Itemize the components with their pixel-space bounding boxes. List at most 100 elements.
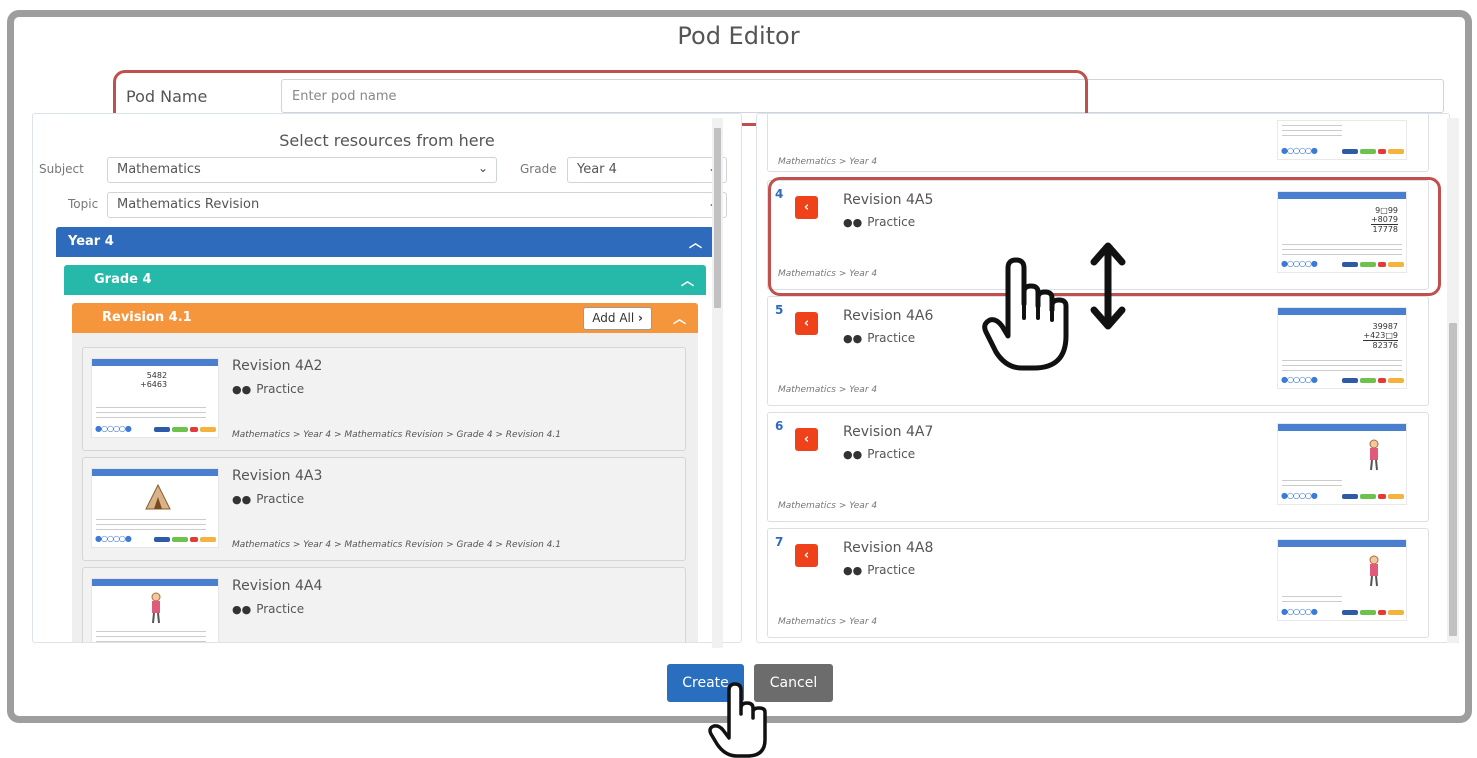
chevron-left-icon: ‹: [803, 548, 810, 563]
resource-thumbnail: ●○○○○●: [1277, 120, 1407, 160]
pod-name-label: Pod Name: [126, 87, 208, 106]
subject-select[interactable]: Mathematics ⌄: [107, 157, 497, 183]
resource-title: Revision 4A7: [843, 424, 934, 440]
pod-item-card[interactable]: 6 ‹ Revision 4A7 ●● Practice Mathematics …: [767, 412, 1429, 522]
resource-accordion: Year 4 ︿ Grade 4 ︿ Revision 4.1 Add All …: [50, 227, 730, 642]
resource-type: ●● Practice: [843, 563, 916, 577]
glasses-icon: ●●: [843, 216, 863, 229]
resource-title: Revision 4A5: [843, 192, 934, 208]
item-number: 4: [775, 187, 784, 201]
grade-value: Year 4: [577, 162, 617, 177]
add-all-button[interactable]: Add All ›: [583, 307, 652, 330]
chevron-up-icon[interactable]: ︿: [689, 232, 702, 251]
resource-path: Mathematics > Year 4 > Mathematics Revis…: [232, 540, 561, 550]
glasses-icon: ●●: [232, 493, 252, 506]
thumbnail-number: 5482: [146, 371, 168, 380]
resource-path: Mathematics > Year 4: [778, 269, 878, 279]
grade-accordion-header[interactable]: Grade 4 ︿: [64, 265, 706, 295]
item-number: 6: [775, 419, 784, 433]
resource-thumbnail: ●○○○○●: [1277, 423, 1407, 505]
topic-value: Mathematics Revision: [117, 197, 260, 212]
vertical-arrows-icon: [1090, 242, 1126, 330]
glasses-icon: ●●: [843, 564, 863, 577]
resource-type: ●● Practice: [843, 215, 916, 229]
resource-card[interactable]: 5482 +6463 ●○○○○● Revision 4A2 ●● Practic…: [82, 347, 686, 451]
glasses-icon: ●●: [232, 383, 252, 396]
revision-accordion-label: Revision 4.1: [102, 310, 192, 325]
thumbnail-number: +8079: [1370, 215, 1398, 224]
resource-path: Mathematics > Year 4 > Mathematics Revis…: [232, 430, 561, 440]
year-accordion-label: Year 4: [68, 234, 114, 249]
resource-path: Mathematics > Year 4: [778, 617, 878, 627]
thumbnail-number: 82376: [1363, 340, 1398, 350]
resource-path: Mathematics > Year 4: [778, 385, 878, 395]
resource-type: ●● Practice: [232, 382, 305, 396]
thumbnail-number: 39987: [1372, 322, 1398, 331]
topic-label: Topic: [68, 197, 99, 211]
resource-title: Revision 4A4: [232, 578, 323, 594]
item-number: 5: [775, 303, 784, 317]
thumbnail-number: +6463: [140, 380, 168, 389]
remove-button[interactable]: ‹: [795, 312, 818, 335]
grade-accordion-label: Grade 4: [94, 272, 152, 287]
resource-thumbnail: 5482 +6463 ●○○○○●: [91, 358, 219, 438]
resource-type: ●● Practice: [843, 331, 916, 345]
revision-accordion-header[interactable]: Revision 4.1 Add All › ︿: [72, 303, 698, 333]
year-accordion-header[interactable]: Year 4 ︿: [56, 227, 714, 257]
right-scrollbar-thumb[interactable]: [1449, 323, 1457, 636]
chevron-up-icon[interactable]: ︿: [681, 270, 694, 289]
pod-item-card[interactable]: ●○○○○● Mathematics > Year 4: [767, 114, 1429, 172]
hand-pointer-icon: [708, 682, 767, 758]
hand-pointer-icon: [982, 257, 1069, 371]
subject-value: Mathematics: [117, 162, 201, 177]
chevron-up-icon[interactable]: ︿: [673, 308, 686, 327]
child-figure-image: [1369, 555, 1379, 587]
glasses-icon: ●●: [843, 448, 863, 461]
chevron-right-icon: ›: [638, 311, 643, 325]
thumbnail-number: +423□9: [1363, 331, 1398, 340]
resource-thumbnail: ●○○○○●: [91, 468, 219, 548]
grade-label: Grade: [520, 162, 557, 176]
page-title: Pod Editor: [677, 22, 800, 50]
glasses-icon: ●●: [232, 603, 252, 616]
resource-path: Mathematics > Year 4: [778, 501, 878, 511]
chevron-left-icon: ‹: [803, 316, 810, 331]
topic-select[interactable]: Mathematics Revision ⌄: [107, 192, 727, 218]
pod-name-input[interactable]: [281, 79, 1444, 113]
resource-selector-heading: Select resources from here: [279, 131, 495, 150]
thumbnail-number: 17778: [1370, 224, 1398, 234]
resource-path: Mathematics > Year 4: [778, 157, 878, 167]
resource-type: ●● Practice: [232, 492, 305, 506]
left-scrollbar-thumb[interactable]: [714, 128, 721, 308]
child-figure-image: [151, 592, 161, 624]
chevron-down-icon: ⌄: [477, 161, 488, 175]
resource-thumbnail: 39987 +423□9 82376 ●○○○○●: [1277, 307, 1407, 389]
resource-type: ●● Practice: [232, 602, 305, 616]
selected-resources-panel: ●○○○○● Mathematics > Year 4 4 ‹ Revision…: [756, 113, 1450, 643]
remove-button[interactable]: ‹: [795, 428, 818, 451]
resource-thumbnail: ●○○○○●: [1277, 539, 1407, 621]
resource-title: Revision 4A2: [232, 358, 323, 374]
remove-button[interactable]: ‹: [795, 196, 818, 219]
remove-button[interactable]: ‹: [795, 544, 818, 567]
grade-select[interactable]: Year 4 ⌄: [567, 157, 727, 183]
resource-card[interactable]: Revision 4A4 ●● Practice: [82, 567, 686, 642]
resource-title: Revision 4A6: [843, 308, 934, 324]
glasses-icon: ●●: [843, 332, 863, 345]
thumbnail-number: 9□99: [1375, 206, 1398, 215]
item-number: 7: [775, 535, 784, 549]
subject-label: Subject: [39, 162, 84, 176]
resource-thumbnail: [91, 578, 219, 642]
resource-type: ●● Practice: [843, 447, 916, 461]
chevron-left-icon: ‹: [803, 432, 810, 447]
add-all-label: Add All: [592, 311, 635, 325]
resource-title: Revision 4A3: [232, 468, 323, 484]
resource-selector-panel: Select resources from here Subject Mathe…: [32, 113, 742, 643]
resource-card[interactable]: ●○○○○● Revision 4A3 ●● Practice Mathemati…: [82, 457, 686, 561]
teepee-image: [145, 483, 171, 510]
child-figure-image: [1369, 439, 1379, 471]
cancel-button-label: Cancel: [769, 675, 818, 691]
resource-thumbnail: 9□99 +8079 17778 ●○○○○●: [1277, 191, 1407, 273]
pod-item-card[interactable]: 7 ‹ Revision 4A8 ●● Practice Mathematics …: [767, 528, 1429, 638]
resource-title: Revision 4A8: [843, 540, 934, 556]
